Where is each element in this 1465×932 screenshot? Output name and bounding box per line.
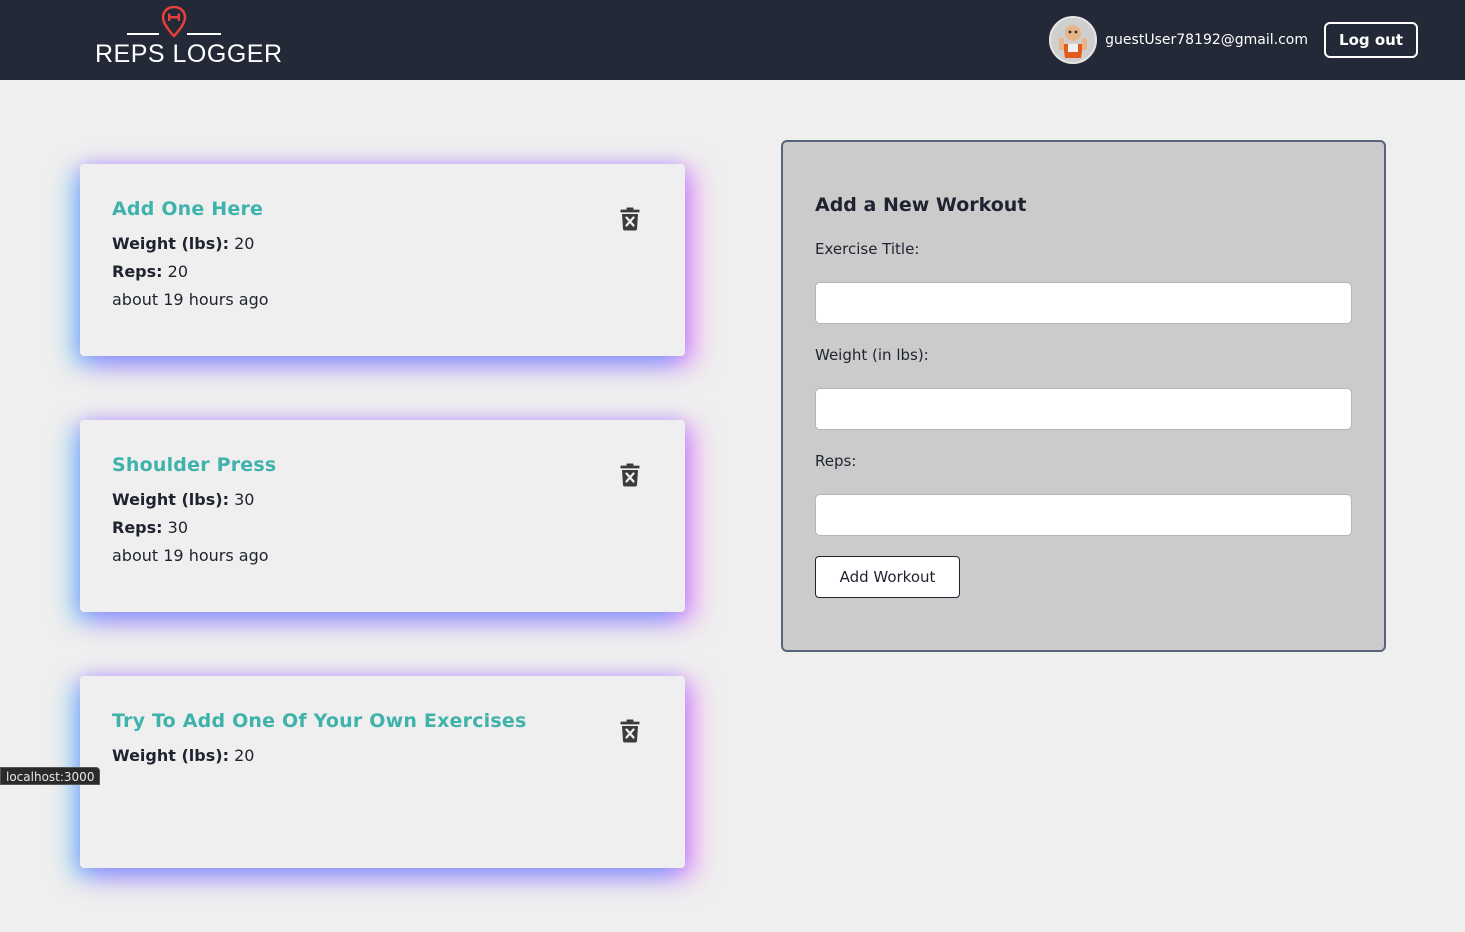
workout-title: Shoulder Press [112,454,653,476]
user-area: guestUser78192@gmail.com Log out [1049,16,1418,64]
workout-weight: Weight (lbs): 20 [112,742,653,770]
workout-reps: Reps: 20 [112,258,653,286]
user-email: guestUser78192@gmail.com [1105,32,1308,48]
workout-time: about 19 hours ago [112,542,653,570]
workout-card: Add One Here Weight (lbs): 20 Reps: 20 a… [80,164,685,356]
add-workout-button[interactable]: Add Workout [815,556,960,598]
weight-label: Weight (in lbs): [815,346,1352,368]
weight-input[interactable] [815,388,1352,430]
logo-divider-left [127,33,159,35]
navbar: REPS LOGGER guestUser78192@gmail.com Log… [0,0,1465,80]
workout-card: Shoulder Press Weight (lbs): 30 Reps: 30… [80,420,685,612]
reps-value: 20 [168,262,188,281]
reps-label: Reps: [112,262,163,281]
weight-label: Weight (lbs): [112,234,229,253]
logo-text: REPS LOGGER [95,40,255,69]
form-title: Add a New Workout [815,194,1352,216]
add-workout-form: Add a New Workout Exercise Title: Weight… [781,140,1386,652]
weight-label: Weight (lbs): [112,746,229,765]
exercise-title-label: Exercise Title: [815,240,1352,262]
reps-label: Reps: [112,518,163,537]
workout-reps: Reps: 30 [112,514,653,542]
avatar[interactable] [1049,16,1097,64]
logout-button[interactable]: Log out [1324,22,1418,58]
workout-weight: Weight (lbs): 20 [112,230,653,258]
reps-value: 30 [168,518,188,537]
logo-divider-right [187,33,221,35]
workout-card: Try To Add One Of Your Own Exercises Wei… [80,676,685,868]
workout-title: Add One Here [112,198,653,220]
workout-time: about 19 hours ago [112,286,653,314]
trash-icon[interactable] [620,463,640,487]
status-bar-url: localhost:3000 [0,767,100,785]
workout-list: Add One Here Weight (lbs): 20 Reps: 20 a… [80,164,685,932]
trash-icon[interactable] [620,207,640,231]
weight-value: 20 [234,746,254,765]
dumbbell-pin-icon [161,6,187,38]
weight-value: 30 [234,490,254,509]
logo[interactable]: REPS LOGGER [95,6,255,68]
workout-title: Try To Add One Of Your Own Exercises [112,710,653,732]
exercise-title-input[interactable] [815,282,1352,324]
reps-label: Reps: [815,452,1352,474]
reps-input[interactable] [815,494,1352,536]
weight-value: 20 [234,234,254,253]
weight-label: Weight (lbs): [112,490,229,509]
workout-weight: Weight (lbs): 30 [112,486,653,514]
trash-icon[interactable] [620,719,640,743]
avatar-image [1051,18,1095,62]
